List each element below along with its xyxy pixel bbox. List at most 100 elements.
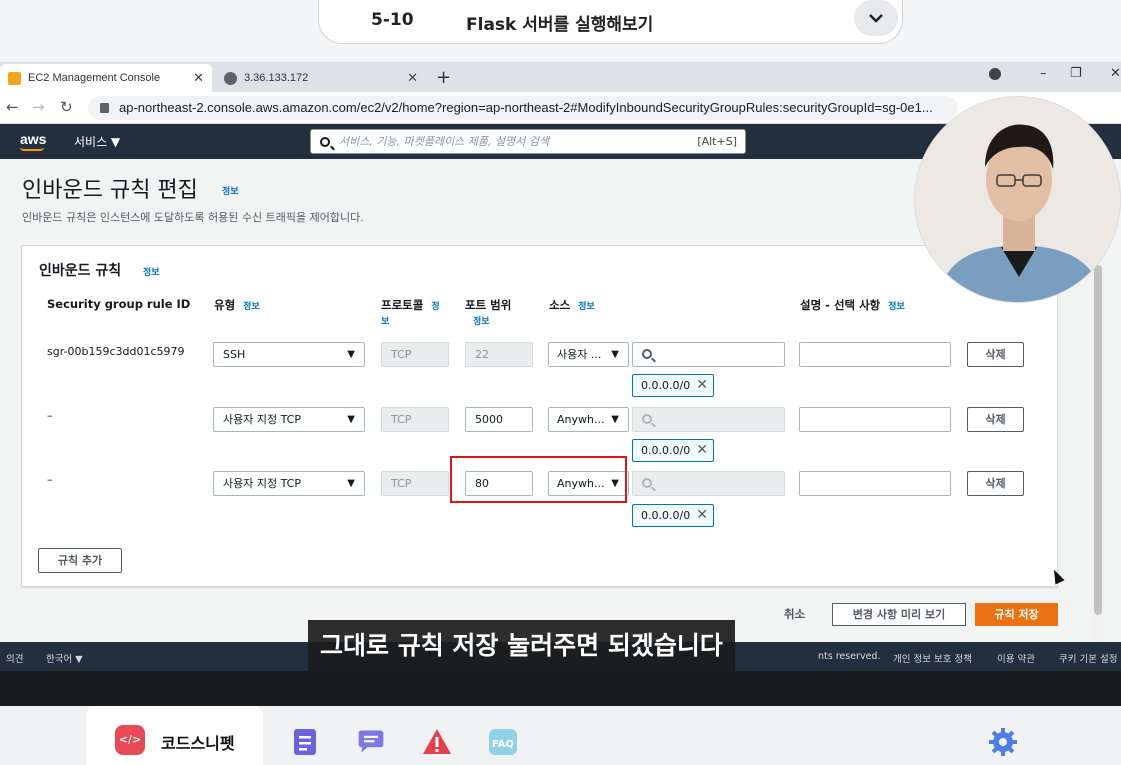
warning-icon[interactable]: [422, 727, 452, 757]
search-icon: [642, 414, 652, 424]
caret-down-icon: ▼: [347, 478, 355, 489]
tab-ip[interactable]: 3.36.133.172 ✕: [216, 64, 426, 92]
faq-label: FAQ: [492, 739, 514, 750]
description-info-link[interactable]: 정보: [888, 302, 905, 312]
globe-icon: [224, 71, 237, 85]
source-select[interactable]: 사용자 ... ▼: [548, 342, 629, 367]
chevron-down-icon[interactable]: [854, 0, 898, 36]
delete-button[interactable]: 삭제: [967, 407, 1024, 432]
port-input: 22: [465, 342, 533, 367]
type-info-link[interactable]: 정보: [243, 302, 260, 312]
type-select[interactable]: SSH ▼: [213, 342, 365, 367]
col-header-description: 설명 - 선택 사항 정보: [800, 297, 905, 313]
terms-link[interactable]: 이용 약관: [997, 651, 1035, 665]
code-brackets-icon: </>: [115, 725, 145, 755]
restore-icon[interactable]: ❐: [1070, 66, 1082, 81]
back-icon[interactable]: ←: [6, 98, 19, 116]
window-close-icon[interactable]: ✕: [1110, 66, 1121, 81]
url-input[interactable]: ap-northeast-2.console.aws.amazon.com/ec…: [88, 96, 958, 120]
presenter-webcam: [914, 96, 1121, 303]
col-header-type: 유형 정보: [214, 297, 260, 313]
minimize-icon[interactable]: –: [1040, 66, 1047, 81]
privacy-link[interactable]: 개인 정보 보호 정책: [893, 651, 972, 665]
description-input[interactable]: [799, 471, 951, 496]
source-value: Anywh...: [557, 413, 605, 426]
aws-logo[interactable]: aws: [20, 131, 46, 147]
description-input[interactable]: [799, 342, 951, 367]
protocol-info-link[interactable]: 정: [431, 302, 439, 312]
annotation-highlight-box: [450, 456, 627, 503]
cookie-link[interactable]: 쿠키 기본 설정: [1059, 651, 1117, 665]
delete-button[interactable]: 삭제: [967, 342, 1024, 367]
caret-down-icon: ▼: [347, 414, 355, 425]
language-select[interactable]: 한국어 ▼: [46, 651, 83, 665]
type-value: SSH: [223, 348, 246, 361]
cidr-search-input[interactable]: [632, 471, 785, 496]
cidr-value: 0.0.0.0/0: [641, 379, 691, 392]
lesson-title: Flask 서버를 실행해보기: [466, 15, 654, 35]
tab-label: 3.36.133.172: [244, 72, 309, 84]
checklist-icon[interactable]: [290, 727, 320, 757]
app-dock: </> 코드스니펫 FAQ: [0, 706, 1121, 765]
protocol-field: TCP: [381, 342, 449, 367]
tab-label: EC2 Management Console: [28, 72, 161, 84]
cancel-button[interactable]: 취소: [784, 606, 805, 622]
video-letterbox: [0, 671, 1121, 706]
lesson-number: 5-10: [371, 10, 414, 30]
port-input[interactable]: 5000: [465, 407, 533, 432]
cidr-search-input[interactable]: [632, 407, 785, 432]
plus-icon[interactable]: +: [436, 67, 451, 88]
panel-info-link[interactable]: 정보: [143, 265, 160, 278]
col-header-type-label: 유형: [214, 298, 236, 312]
panel-title: 인바운드 규칙: [39, 263, 122, 279]
type-select[interactable]: 사용자 지정 TCP ▼: [213, 471, 365, 496]
services-menu[interactable]: 서비스 ▼: [74, 133, 120, 150]
faq-icon[interactable]: FAQ: [488, 727, 518, 757]
col-header-source: 소스 정보: [549, 297, 595, 313]
chat-icon[interactable]: [356, 727, 386, 757]
cidr-search-input[interactable]: [632, 342, 785, 367]
tab-ec2-console[interactable]: EC2 Management Console ✕: [0, 64, 212, 92]
add-rule-button[interactable]: 규칙 추가: [38, 548, 122, 573]
aws-logo-smile: [20, 147, 44, 151]
profile-dot-icon[interactable]: [989, 68, 1001, 80]
scrollbar[interactable]: [1092, 255, 1104, 641]
feedback-link[interactable]: 의견: [6, 651, 23, 665]
gear-icon[interactable]: [988, 727, 1018, 757]
source-select[interactable]: Anywh... ▼: [548, 407, 629, 432]
favicon-aws-icon: [8, 71, 21, 85]
lock-icon: [100, 103, 109, 113]
rule-id: –: [47, 473, 53, 486]
page-info-link[interactable]: 정보: [222, 184, 239, 197]
rule-id: –: [47, 409, 53, 422]
preview-changes-button[interactable]: 변경 사항 미리 보기: [832, 603, 966, 626]
save-rules-button[interactable]: 규칙 저장: [975, 603, 1058, 626]
page-description: 인바운드 규칙은 인스턴스에 도달하도록 허용된 수신 트래픽을 제어합니다.: [22, 211, 364, 224]
reload-icon[interactable]: ↻: [60, 98, 73, 116]
source-value: 사용자 ...: [557, 348, 602, 361]
url-text: ap-northeast-2.console.aws.amazon.com/ec…: [119, 100, 933, 115]
col-header-protocol-label: 프로토콜: [381, 298, 424, 312]
close-icon[interactable]: ✕: [193, 70, 204, 86]
lesson-selector[interactable]: 5-10 Flask 서버를 실행해보기: [318, 0, 903, 44]
close-icon[interactable]: ✕: [696, 375, 708, 396]
aws-search-input[interactable]: 서비스, 기능, 마켓플레이스 제품, 설명서 검색 [Alt+S]: [310, 129, 746, 154]
close-icon[interactable]: ✕: [696, 440, 708, 461]
description-input[interactable]: [799, 407, 951, 432]
source-info-link[interactable]: 정보: [578, 302, 595, 312]
protocol-info-link-2[interactable]: 보: [381, 317, 389, 327]
brand-label: 코드스니펫: [161, 734, 235, 753]
cidr-value: 0.0.0.0/0: [641, 509, 691, 522]
type-select[interactable]: 사용자 지정 TCP ▼: [213, 407, 365, 432]
forward-icon[interactable]: →: [32, 98, 45, 116]
col-header-port-label: 포트 범위: [465, 298, 512, 312]
brand-tab[interactable]: </> 코드스니펫: [86, 706, 263, 765]
scrollbar-thumb[interactable]: [1094, 265, 1102, 615]
col-header-description-label: 설명 - 선택 사항: [800, 298, 881, 312]
close-icon[interactable]: ✕: [407, 70, 418, 86]
type-value: 사용자 지정 TCP: [223, 413, 301, 426]
close-icon[interactable]: ✕: [696, 505, 708, 526]
delete-button[interactable]: 삭제: [967, 471, 1024, 496]
protocol-field: TCP: [381, 471, 449, 496]
port-info-link[interactable]: 정보: [473, 317, 490, 327]
